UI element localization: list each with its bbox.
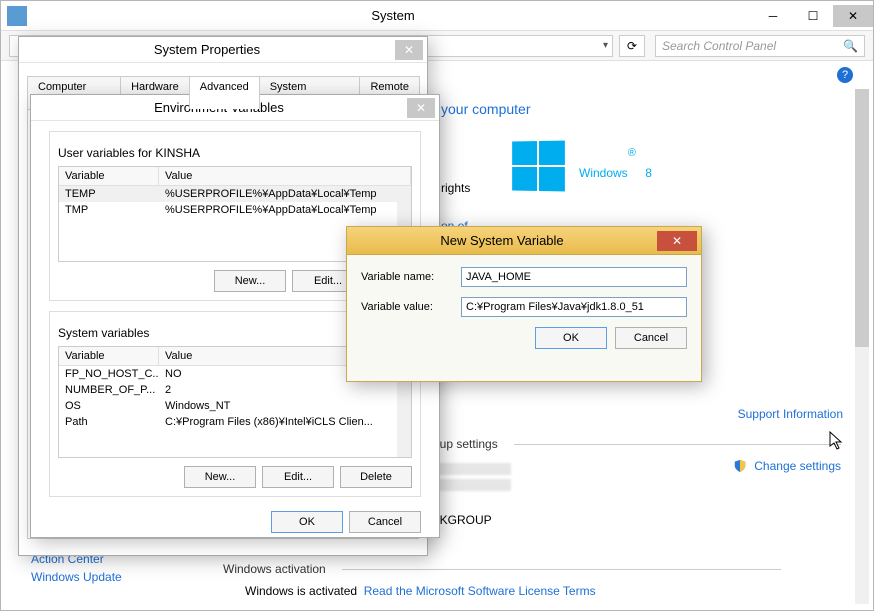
system-edit-button[interactable]: Edit... bbox=[262, 466, 334, 488]
scrollbar[interactable] bbox=[855, 89, 869, 604]
minimize-button[interactable]: ─ bbox=[753, 5, 793, 27]
windows-logo-icon bbox=[512, 141, 567, 192]
variable-name-input[interactable] bbox=[461, 267, 687, 287]
windows8-logo: Windows® 8 bbox=[511, 141, 652, 191]
user-variables-label: User variables for KINSHA bbox=[58, 146, 412, 160]
variable-name-label: Variable name: bbox=[361, 271, 461, 283]
windows-update-link[interactable]: Windows Update bbox=[31, 570, 122, 584]
column-variable[interactable]: Variable bbox=[59, 347, 159, 365]
cancel-button[interactable]: Cancel bbox=[349, 511, 421, 533]
ok-button[interactable]: OK bbox=[271, 511, 343, 533]
workgroup-value: RKGROUP bbox=[431, 513, 841, 527]
scrollbar-thumb[interactable] bbox=[855, 89, 869, 347]
change-settings-link[interactable]: Change settings bbox=[733, 459, 841, 473]
variable-value-label: Variable value: bbox=[361, 301, 461, 313]
close-button[interactable]: ✕ bbox=[833, 5, 873, 27]
dialog-title: New System Variable bbox=[347, 233, 657, 248]
system-icon bbox=[7, 6, 27, 26]
list-row[interactable]: PathC:¥Program Files (x86)¥Intel¥iCLS Cl… bbox=[59, 414, 411, 430]
refresh-button[interactable]: ⟳ bbox=[619, 35, 645, 57]
help-icon[interactable]: ? bbox=[837, 67, 853, 83]
ok-button[interactable]: OK bbox=[535, 327, 607, 349]
shield-icon bbox=[733, 459, 747, 473]
license-terms-link[interactable]: Read the Microsoft Software License Term… bbox=[364, 584, 596, 598]
close-button[interactable]: ✕ bbox=[395, 40, 423, 60]
search-icon: 🔍 bbox=[843, 39, 858, 53]
search-placeholder: Search Control Panel bbox=[662, 39, 776, 53]
computer-name-value bbox=[431, 463, 511, 475]
system-new-button[interactable]: New... bbox=[184, 466, 256, 488]
page-heading: your computer bbox=[441, 101, 530, 117]
cancel-button[interactable]: Cancel bbox=[615, 327, 687, 349]
column-variable[interactable]: Variable bbox=[59, 167, 159, 185]
rights-text: rights bbox=[441, 181, 470, 195]
cursor-icon bbox=[829, 431, 845, 451]
activation-legend: Windows activation bbox=[221, 562, 342, 576]
maximize-button[interactable]: ☐ bbox=[793, 5, 833, 27]
support-info-link[interactable]: Support Information bbox=[738, 407, 843, 421]
list-row[interactable]: TEMP %USERPROFILE%¥AppData¥Local¥Temp bbox=[59, 186, 411, 202]
group-legend: oup settings bbox=[431, 437, 514, 451]
full-name-value bbox=[431, 479, 511, 491]
window-title: System bbox=[33, 8, 753, 23]
close-button[interactable]: ✕ bbox=[657, 231, 697, 251]
list-row[interactable]: OSWindows_NT bbox=[59, 398, 411, 414]
user-new-button[interactable]: New... bbox=[214, 270, 286, 292]
search-box[interactable]: Search Control Panel 🔍 bbox=[655, 35, 865, 57]
list-row[interactable]: TMP %USERPROFILE%¥AppData¥Local¥Temp bbox=[59, 202, 411, 218]
new-system-variable-dialog: New System Variable ✕ Variable name: Var… bbox=[346, 226, 702, 382]
variable-value-input[interactable] bbox=[461, 297, 687, 317]
close-button[interactable]: ✕ bbox=[407, 98, 435, 118]
chevron-down-icon: ▾ bbox=[603, 40, 608, 51]
windows8-text: Windows® 8 bbox=[579, 147, 652, 186]
column-value[interactable]: Value bbox=[159, 167, 411, 185]
activation-status: Windows is activated bbox=[245, 584, 357, 598]
dialog-title: System Properties bbox=[19, 42, 395, 57]
dialog-titlebar: System Properties ✕ bbox=[19, 37, 427, 63]
titlebar: System ─ ☐ ✕ bbox=[1, 1, 873, 31]
list-row[interactable]: NUMBER_OF_P...2 bbox=[59, 382, 411, 398]
tab-advanced[interactable]: Advanced bbox=[189, 76, 260, 109]
system-delete-button[interactable]: Delete bbox=[340, 466, 412, 488]
dialog-titlebar: New System Variable ✕ bbox=[347, 227, 701, 255]
